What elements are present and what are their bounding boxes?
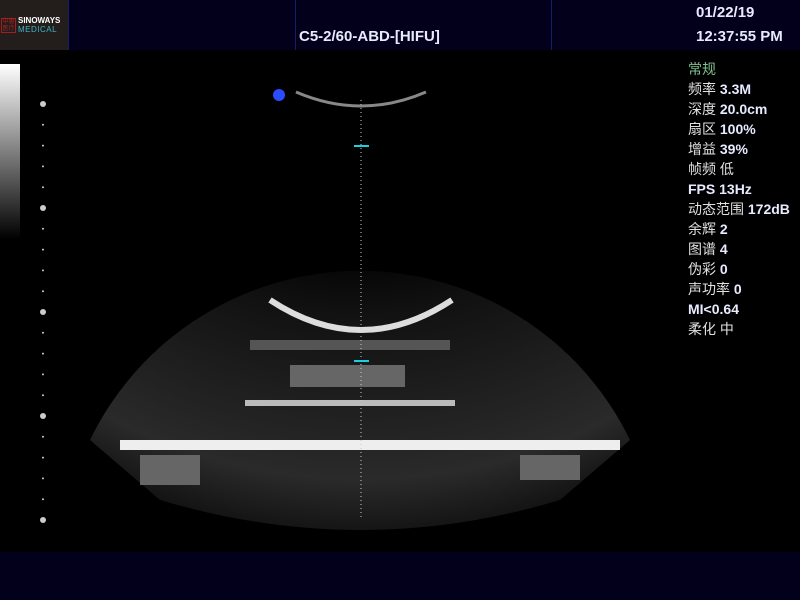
depth-tick: [42, 165, 44, 168]
param-label: 增益: [688, 141, 716, 157]
grayscale-bar: [0, 64, 20, 239]
param-label: 扇区: [688, 121, 716, 137]
param-label: 声功率: [688, 281, 730, 297]
param-row: 余辉 2: [688, 219, 790, 239]
depth-tick: [40, 309, 46, 315]
param-value: 39%: [719, 141, 748, 157]
param-label: 常规: [688, 61, 716, 77]
param-row: 扇区 100%: [688, 119, 790, 139]
param-value: 低: [719, 161, 734, 177]
param-label: 频率: [688, 81, 716, 97]
param-row: 频率 3.3M: [688, 79, 790, 99]
param-row: 帧频 低: [688, 159, 790, 179]
logo-brand: SINOWAYS: [18, 16, 61, 25]
depth-tick: [42, 498, 44, 501]
depth-tick: [40, 101, 46, 107]
time: 12:37:55 PM: [696, 28, 783, 45]
depth-tick: [40, 205, 46, 211]
depth-tick: [40, 413, 46, 419]
param-value: 3.3M: [719, 81, 752, 97]
param-value: 20.0cm: [719, 101, 768, 117]
divider: [68, 0, 69, 50]
param-value: 0: [733, 281, 742, 297]
depth-scale: [40, 101, 46, 523]
echo-layer: [290, 365, 405, 387]
echo-layer: [140, 455, 200, 485]
param-label: 柔化: [688, 321, 716, 337]
depth-tick: [42, 123, 44, 126]
echo-layer: [520, 455, 580, 480]
parameter-panel: 常规 频率 3.3M 深度 20.0cm 扇区 100% 增益 39% 帧频 低 FPS …: [688, 59, 790, 339]
divider: [551, 0, 552, 50]
param-row: 深度 20.0cm: [688, 99, 790, 119]
depth-tick: [42, 269, 44, 272]
param-value: 2: [719, 221, 728, 237]
param-row: 柔化 中: [688, 319, 790, 339]
echo-layer: [250, 340, 450, 350]
probe-preset[interactable]: C5-2/60-ABD-[HIFU]: [299, 28, 440, 45]
param-row: 增益 39%: [688, 139, 790, 159]
echo-layer: [120, 440, 620, 450]
param-row: FPS 13Hz: [688, 179, 790, 199]
param-value: 4: [719, 241, 728, 257]
param-row: 伪彩 0: [688, 259, 790, 279]
depth-tick: [42, 435, 44, 438]
depth-tick: [42, 186, 44, 189]
param-label: 图谱: [688, 241, 716, 257]
logo-seal: 中惠 医疗: [1, 17, 16, 33]
date: 01/22/19: [696, 4, 755, 21]
logo: 中惠 医疗 SINOWAYS MEDICAL: [0, 0, 68, 50]
depth-tick: [42, 227, 44, 230]
param-value: 中: [719, 321, 734, 337]
param-row: 图谱 4: [688, 239, 790, 259]
param-row: MI<0.64: [688, 299, 790, 319]
param-value: FPS 13Hz: [688, 181, 752, 197]
header-bar: 中惠 医疗 SINOWAYS MEDICAL C5-2/60-ABD-[HIFU]…: [0, 0, 800, 50]
depth-tick: [42, 394, 44, 397]
param-label: 伪彩: [688, 261, 716, 277]
param-label: 帧频: [688, 161, 716, 177]
depth-tick: [42, 331, 44, 334]
param-value: 0: [719, 261, 728, 277]
transducer-arc: [295, 90, 427, 108]
param-row: 动态范围 172dB: [688, 199, 790, 219]
param-value: 100%: [719, 121, 756, 137]
depth-tick: [40, 517, 46, 523]
logo-sub: MEDICAL: [18, 25, 58, 34]
depth-tick: [42, 373, 44, 376]
param-label: 深度: [688, 101, 716, 117]
depth-tick: [42, 144, 44, 147]
depth-tick: [42, 248, 44, 251]
depth-tick: [42, 290, 44, 293]
param-value: MI<0.64: [688, 301, 739, 317]
footer-bar: [0, 552, 800, 600]
param-label: 余辉: [688, 221, 716, 237]
depth-tick: [42, 477, 44, 480]
depth-tick: [42, 352, 44, 355]
divider: [295, 0, 296, 50]
echo-layer: [245, 400, 455, 406]
orientation-marker-icon: [273, 89, 285, 101]
param-label: 动态范围: [688, 201, 744, 217]
param-row: 声功率 0: [688, 279, 790, 299]
param-value: 172dB: [747, 201, 790, 217]
depth-tick: [42, 456, 44, 459]
ultrasound-image[interactable]: [0, 50, 680, 550]
param-row: 常规: [688, 59, 790, 79]
